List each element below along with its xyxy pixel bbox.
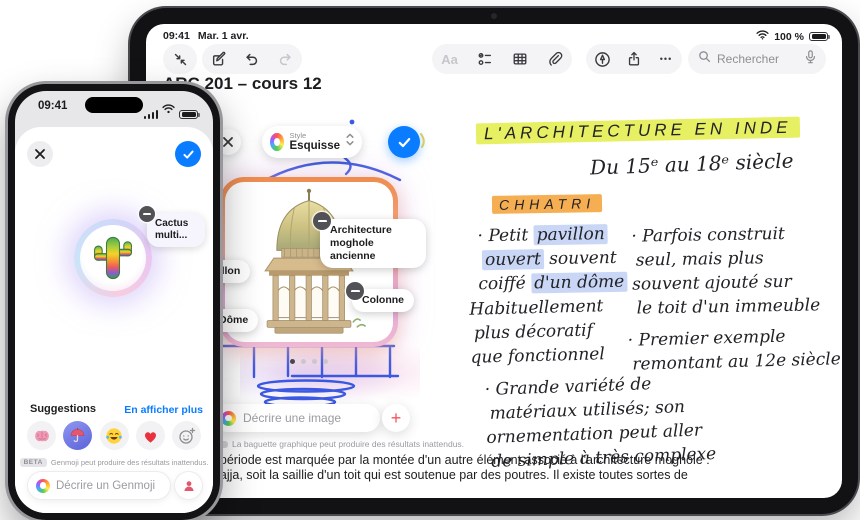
share-icon[interactable] [621, 46, 647, 72]
ipad-date: Mar. 1 avr. [198, 30, 249, 42]
genmoji-sparkle-icon [36, 479, 50, 493]
suggestions-label: Suggestions [30, 403, 96, 415]
person-genmoji-button[interactable] [175, 472, 202, 499]
ipad-clock: 09:41 [163, 30, 190, 42]
iphone-device: 09:41 [8, 84, 220, 520]
wifi-icon [162, 101, 175, 119]
search-placeholder: Rechercher [717, 52, 799, 66]
text-format-icon: Aa [437, 46, 463, 72]
confirm-image-button[interactable] [388, 126, 420, 158]
suggestion-new-genmoji[interactable] [172, 421, 201, 450]
remove-tag-colonne-icon[interactable] [346, 282, 364, 300]
add-image-button[interactable]: + [382, 404, 410, 432]
battery-icon [809, 32, 828, 42]
search-icon [698, 50, 711, 68]
remove-cactus-tag-icon[interactable] [139, 206, 155, 222]
rainbow-cactus-genmoji [91, 232, 135, 284]
handwritten-subtitle: Du 15ᵉ au 18ᵉ siècle [590, 148, 794, 179]
stage: 09:41 Mar. 1 avr. 100 % Aa [0, 0, 860, 520]
table-icon[interactable] [507, 46, 533, 72]
describe-image-input[interactable]: Décrire une image [212, 404, 380, 432]
beta-badge: BETA [20, 458, 47, 467]
toolbar-group-edit [202, 44, 302, 74]
iphone-screen: 09:41 [15, 91, 213, 513]
ipad-status-bar: 09:41 Mar. 1 avr. [163, 30, 249, 42]
chevron-up-down-icon [346, 133, 354, 151]
suggestion-umbrella[interactable] [63, 421, 92, 450]
toolbar-group-format: Aa [432, 44, 572, 74]
genmoji-preview-bubble [74, 219, 152, 297]
ipad-camera [491, 13, 497, 19]
suggestion-heart[interactable] [136, 421, 165, 450]
redo-icon [272, 46, 298, 72]
genmoji-confirm-button[interactable] [175, 141, 201, 167]
genmoji-sheet: Cactus multi... Suggestions En afficher … [15, 127, 213, 513]
iphone-clock: 09:41 [38, 100, 67, 112]
compose-icon[interactable] [206, 46, 232, 72]
battery-percent: 100 % [774, 31, 804, 43]
undo-icon[interactable] [239, 46, 265, 72]
image-playground-sparkle-icon [221, 411, 236, 426]
markup-icon[interactable] [589, 46, 615, 72]
describe-genmoji-input[interactable]: Décrire un Genmoji [28, 472, 170, 499]
dynamic-island [85, 97, 143, 113]
wifi-icon [756, 30, 769, 43]
collapse-icon[interactable] [167, 46, 193, 72]
ipad-status-right: 100 % [756, 30, 828, 43]
page-dots[interactable] [286, 359, 332, 364]
describe-image-placeholder: Décrire une image [243, 411, 341, 425]
style-rainbow-icon [270, 133, 284, 151]
attachment-icon[interactable] [542, 46, 568, 72]
genmoji-close-icon[interactable] [27, 141, 53, 167]
tag-cactus[interactable]: Cactus multi... [147, 213, 205, 247]
iphone-status-icons [144, 101, 199, 119]
toolbar-group-share: ••• [586, 44, 682, 74]
remove-tag-architecture-icon[interactable] [313, 212, 331, 230]
signal-icon [144, 110, 159, 120]
handwritten-notes-col2: · Parfois construitseul, mais plussouven… [631, 221, 820, 320]
style-value: Esquisse [290, 141, 341, 153]
more-icon[interactable]: ••• [653, 46, 679, 72]
style-picker[interactable]: Style Esquisse [262, 126, 362, 158]
handwritten-notes-col2b: · Premier exempleremontant au 12e siècle [627, 323, 841, 377]
typed-paragraph: te période est marquée par la montée d'u… [206, 453, 830, 483]
image-wand-disclaimer: La baguette graphique peut produire des … [214, 439, 464, 449]
suggestion-laughing[interactable] [100, 421, 129, 450]
show-more-link[interactable]: En afficher plus [124, 404, 203, 416]
battery-icon [179, 110, 198, 120]
ipad-notes-app: 09:41 Mar. 1 avr. 100 % Aa [146, 24, 842, 498]
search-field[interactable]: Rechercher [688, 44, 826, 74]
style-label: Style [290, 132, 341, 140]
describe-genmoji-placeholder: Décrire un Genmoji [56, 480, 155, 492]
mic-icon[interactable] [805, 50, 816, 69]
toolbar-group-window [163, 44, 197, 74]
suggestion-brain[interactable] [27, 421, 56, 450]
suggestion-row [27, 421, 201, 451]
ipad-device: 09:41 Mar. 1 avr. 100 % Aa [130, 8, 858, 514]
checklist-icon[interactable] [472, 46, 498, 72]
tag-architecture[interactable]: Architecture moghole ancienne [320, 219, 426, 268]
genmoji-disclaimer: BETA Genmoji peut produire des résultats… [15, 458, 213, 467]
